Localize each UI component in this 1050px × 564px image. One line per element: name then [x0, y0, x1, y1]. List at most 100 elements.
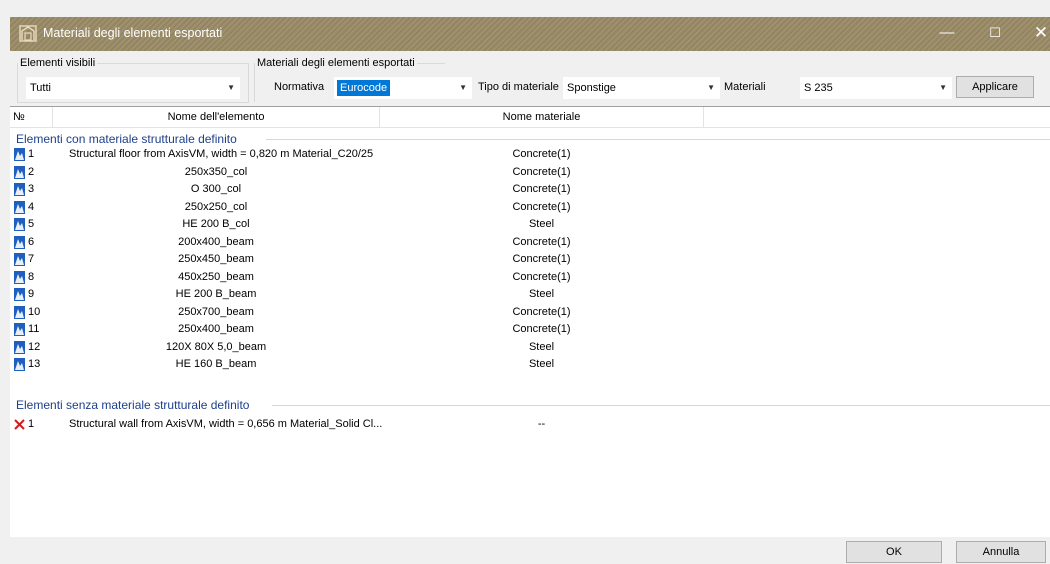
maximize-button[interactable]: ☐	[972, 17, 1018, 51]
row-element-name: 250x450_beam	[178, 253, 254, 265]
materials-select[interactable]: S 235 ▼	[800, 77, 952, 99]
element-ok-icon	[14, 183, 25, 196]
chevron-down-icon: ▼	[459, 83, 467, 92]
element-ok-icon	[14, 270, 25, 284]
row-number: 2	[28, 165, 35, 178]
row-element-name: 250x250_col	[184, 200, 248, 213]
dialog-footer: OK Annulla	[10, 537, 1050, 564]
table-row[interactable]: 10 250x700_beam Concrete(1)	[10, 305, 1050, 321]
row-element-name: 250x700_beam	[178, 305, 254, 318]
row-number: 3	[28, 183, 35, 195]
materials-value: S 235	[804, 82, 833, 94]
group-separator	[272, 405, 1050, 406]
chevron-down-icon: ▼	[707, 83, 715, 92]
row-number: 13	[28, 358, 41, 370]
row-material-name: Concrete(1)	[512, 323, 571, 335]
normativa-value: Eurocode	[337, 80, 391, 96]
table-row[interactable]: 4 250x250_col Concrete(1)	[10, 200, 1050, 216]
cancel-button[interactable]: Annulla	[956, 541, 1046, 563]
row-element-name: 250x400_beam	[178, 323, 254, 335]
row-material-name: Concrete(1)	[512, 235, 571, 248]
row-number: 1	[28, 418, 35, 430]
table-row[interactable]: 2 250x350_col Concrete(1)	[10, 165, 1050, 181]
element-ok-icon	[14, 358, 25, 371]
window-title: Materiali degli elementi esportati	[43, 26, 223, 40]
row-number: 9	[28, 288, 35, 300]
table-row[interactable]: 5 HE 200 B_col Steel	[10, 217, 1050, 233]
material-type-value: Sponstige	[567, 82, 616, 94]
row-element-name: 450x250_beam	[178, 270, 254, 283]
title-bar[interactable]: Materiali degli elementi esportati — ☐ ✕	[10, 17, 1050, 51]
row-element-name: 200x400_beam	[178, 235, 254, 248]
column-header-number[interactable]: №	[10, 107, 53, 127]
row-number: 7	[28, 253, 35, 265]
table-row[interactable]: 1 Structural wall from AxisVM, width = 0,…	[10, 417, 1050, 433]
row-number: 10	[28, 305, 41, 318]
elements-table: № Nome dell'elemento Nome materiale Elem…	[10, 106, 1050, 539]
row-material-name: Concrete(1)	[512, 183, 571, 195]
normativa-select[interactable]: Eurocode ▼	[334, 77, 472, 99]
element-ok-icon	[14, 148, 25, 161]
table-row[interactable]: 11 250x400_beam Concrete(1)	[10, 322, 1050, 338]
row-number: 12	[28, 340, 41, 353]
row-material-name: Concrete(1)	[512, 200, 571, 213]
element-ok-icon	[14, 165, 25, 179]
visible-elements-select[interactable]: Tutti ▼	[26, 77, 240, 99]
table-row[interactable]: 13 HE 160 B_beam Steel	[10, 357, 1050, 373]
row-element-name: Structural wall from AxisVM, width = 0,6…	[69, 418, 383, 430]
table-row[interactable]: 6 200x400_beam Concrete(1)	[10, 235, 1050, 251]
row-material-name: Concrete(1)	[512, 148, 571, 160]
minimize-button[interactable]: —	[924, 17, 970, 51]
group-separator	[266, 139, 1050, 140]
row-number: 6	[28, 235, 35, 248]
group-undefined-header: Elementi senza materiale strutturale def…	[10, 397, 1050, 413]
element-ok-icon	[14, 235, 25, 249]
table-row[interactable]: 1 Structural floor from AxisVM, width = 0…	[10, 147, 1050, 163]
row-element-name: O 300_col	[190, 183, 242, 195]
row-material-name: Concrete(1)	[512, 305, 571, 318]
materials-label: Materiali	[724, 81, 766, 93]
dialog-client: Elementi visibili Tutti ▼ Materiali degl…	[10, 51, 1050, 564]
row-element-name: Structural floor from AxisVM, width = 0,…	[69, 148, 374, 160]
row-number: 5	[28, 218, 35, 230]
element-ok-icon	[14, 218, 25, 231]
ok-button[interactable]: OK	[846, 541, 942, 563]
table-row[interactable]: 12 120X 80X 5,0_beam Steel	[10, 340, 1050, 356]
group-defined-title: Elementi con materiale strutturale defin…	[16, 132, 237, 146]
material-type-label: Tipo di materiale	[478, 81, 559, 93]
table-row[interactable]: 7 250x450_beam Concrete(1)	[10, 252, 1050, 268]
row-material-name: Steel	[528, 340, 555, 353]
column-header-element-name[interactable]: Nome dell'elemento	[53, 107, 380, 127]
close-button[interactable]: ✕	[1018, 17, 1050, 51]
row-material-name: Steel	[528, 358, 555, 370]
row-number: 8	[28, 270, 35, 283]
chevron-down-icon: ▼	[227, 83, 235, 92]
element-ok-icon	[14, 200, 25, 214]
column-header-material-name[interactable]: Nome materiale	[380, 107, 704, 127]
row-material-name: Concrete(1)	[512, 253, 571, 265]
group-defined-header: Elementi con materiale strutturale defin…	[10, 131, 1050, 147]
visible-elements-value: Tutti	[30, 82, 51, 94]
apply-button[interactable]: Applicare	[956, 76, 1034, 98]
row-material-name: Steel	[528, 218, 555, 230]
normativa-label: Normativa	[274, 81, 325, 93]
row-number: 4	[28, 200, 35, 213]
element-ok-icon	[14, 323, 25, 336]
exported-materials-label: Materiali degli elementi esportati	[257, 57, 415, 69]
row-element-name: HE 160 B_beam	[175, 358, 257, 370]
table-header: № Nome dell'elemento Nome materiale	[10, 107, 1050, 128]
table-row[interactable]: 9 HE 200 B_beam Steel	[10, 287, 1050, 303]
group-undefined-title: Elementi senza materiale strutturale def…	[16, 398, 250, 412]
row-element-name: HE 200 B_col	[182, 218, 250, 230]
element-ok-icon	[14, 340, 25, 354]
table-row[interactable]: 3 O 300_col Concrete(1)	[10, 182, 1050, 198]
row-material-name: Concrete(1)	[512, 270, 571, 283]
table-row[interactable]: 8 450x250_beam Concrete(1)	[10, 270, 1050, 286]
row-material-name: --	[537, 418, 546, 430]
element-missing-icon	[14, 419, 25, 430]
material-type-select[interactable]: Sponstige ▼	[563, 77, 720, 99]
row-material-name: Steel	[528, 288, 555, 300]
materials-dialog: Materiali degli elementi esportati — ☐ ✕…	[0, 0, 1050, 564]
element-ok-icon	[14, 305, 25, 319]
row-element-name: HE 200 B_beam	[175, 288, 257, 300]
